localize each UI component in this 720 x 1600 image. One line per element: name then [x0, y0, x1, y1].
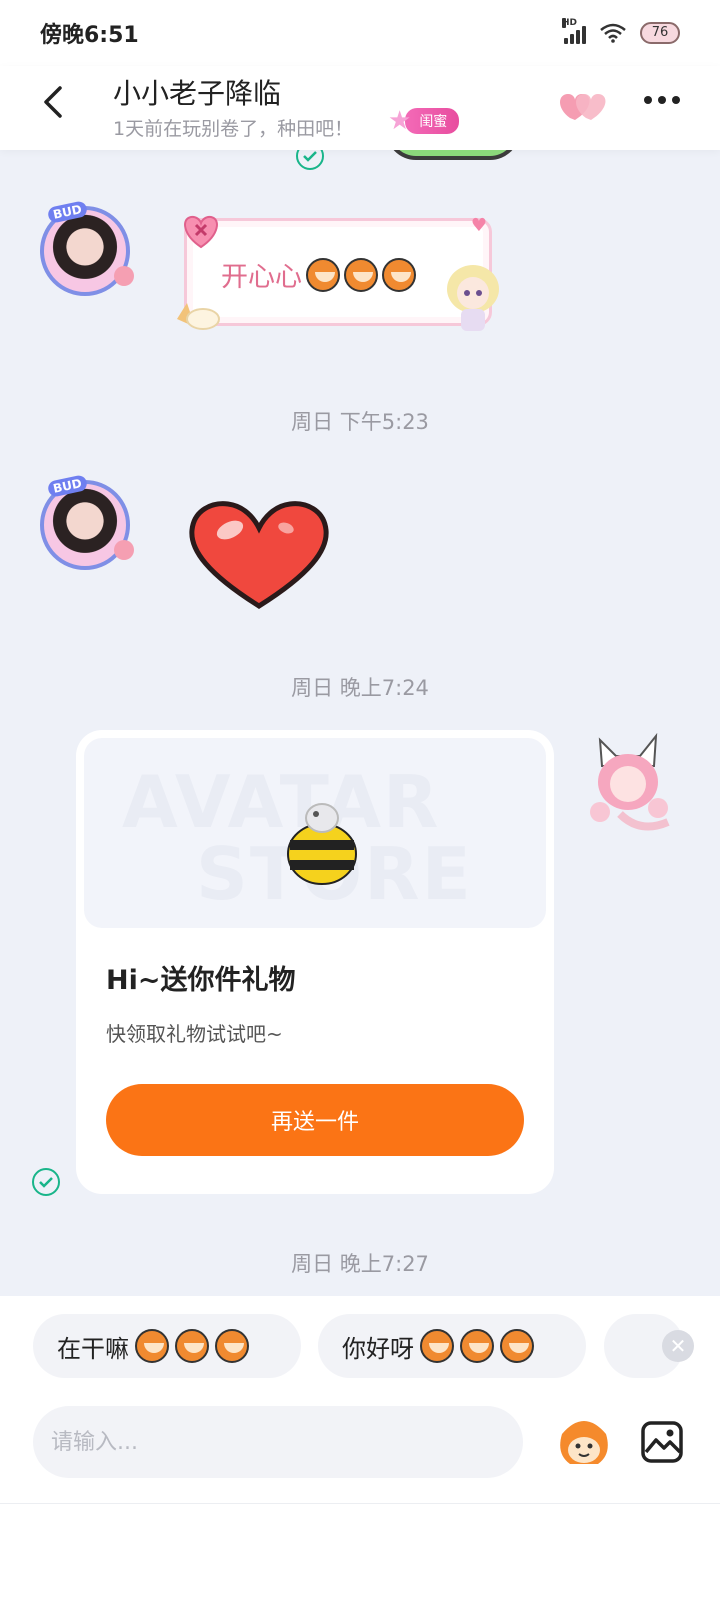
smile-emoji-icon [420, 1329, 454, 1363]
chat-area[interactable]: BUD ♥ 开心心 周日 下午5:23 BUD 周日 晚上7:24 AVATAR… [0, 150, 720, 1296]
message-bubble[interactable]: ♥ 开心心 [177, 215, 499, 331]
back-arrow-icon[interactable] [36, 84, 72, 120]
relationship-badge[interactable]: ★ 闺蜜 [388, 106, 460, 136]
status-bar: 傍晚6:51 HD 76 [0, 0, 720, 66]
grin-emoji-icon [215, 1329, 249, 1363]
quick-replies: 在干嘛 你好呀 ✕ [0, 1314, 720, 1380]
image-icon[interactable] [640, 1420, 684, 1464]
battery-indicator: 76 [640, 22, 680, 44]
grin-emoji-icon [175, 1329, 209, 1363]
more-icon[interactable] [644, 96, 680, 104]
wifi-icon [600, 23, 626, 43]
gift-banner: AVATAR STORE [84, 738, 546, 928]
timestamp: 周日 晚上7:27 [291, 1252, 429, 1276]
network-type: HD [562, 18, 578, 28]
hearts-icon[interactable] [558, 86, 608, 126]
heart-icon: ♥ [470, 215, 487, 236]
status-icons: HD 76 [562, 18, 680, 44]
grin-emoji-icon [135, 1329, 169, 1363]
quick-reply-chip[interactable]: 在干嘛 [33, 1314, 301, 1378]
broken-heart-icon [184, 215, 218, 249]
star-icon: ★ [388, 106, 412, 136]
contact-name[interactable]: 小小老子降临 [113, 72, 281, 112]
anime-girl-sticker [447, 265, 499, 331]
emoji-icon[interactable] [554, 1414, 614, 1470]
divider [0, 1503, 720, 1504]
timestamp: 周日 下午5:23 [291, 410, 429, 434]
contact-avatar[interactable]: BUD [40, 200, 134, 296]
kiss-emoji-icon [382, 257, 416, 292]
relationship-tag: 闺蜜 [405, 108, 460, 134]
contact-avatar[interactable]: BUD [40, 474, 134, 570]
composer-panel: 在干嘛 你好呀 ✕ [0, 1296, 720, 1600]
message-text: 开心心 [221, 262, 302, 293]
message-input[interactable] [33, 1406, 523, 1478]
status-time: 傍晚6:51 [40, 23, 139, 48]
close-icon[interactable]: ✕ [662, 1330, 694, 1362]
kiss-emoji-icon [306, 257, 340, 292]
smile-emoji-icon [460, 1329, 494, 1363]
signal-icon: HD [562, 18, 586, 44]
user-avatar[interactable] [580, 726, 676, 836]
avatar-frame-badge: BUD [46, 200, 89, 224]
sticker-partial [386, 150, 520, 160]
quick-reply-label: 你好呀 [342, 1334, 414, 1363]
gift-card[interactable]: AVATAR STORE Hi~送你件礼物 快领取礼物试试吧~ 再送一件 [76, 730, 554, 1194]
read-check-icon [296, 150, 324, 170]
message-content: 开心心 [221, 255, 416, 294]
smile-emoji-icon [500, 1329, 534, 1363]
quick-reply-chip[interactable]: 你好呀 [318, 1314, 586, 1378]
kiss-emoji-icon [344, 257, 378, 292]
gift-title: Hi~送你件礼物 [106, 965, 296, 996]
ice-cream-icon [177, 303, 220, 330]
heart-sticker[interactable] [188, 500, 330, 612]
chat-header: 小小老子降临 1天前在玩别卷了，种田吧！ ★ 闺蜜 [0, 66, 720, 150]
avatar-decoration [114, 266, 134, 286]
contact-status: 1天前在玩别卷了，种田吧！ [113, 118, 354, 140]
quick-reply-label: 在干嘛 [57, 1334, 129, 1363]
avatar-decoration [114, 540, 134, 560]
bee-gift-icon [287, 803, 357, 885]
avatar-frame-badge: BUD [46, 474, 89, 498]
timestamp: 周日 晚上7:24 [291, 676, 429, 700]
gift-description: 快领取礼物试试吧~ [106, 1022, 283, 1046]
send-again-button[interactable]: 再送一件 [106, 1084, 524, 1156]
read-check-icon [32, 1168, 60, 1196]
